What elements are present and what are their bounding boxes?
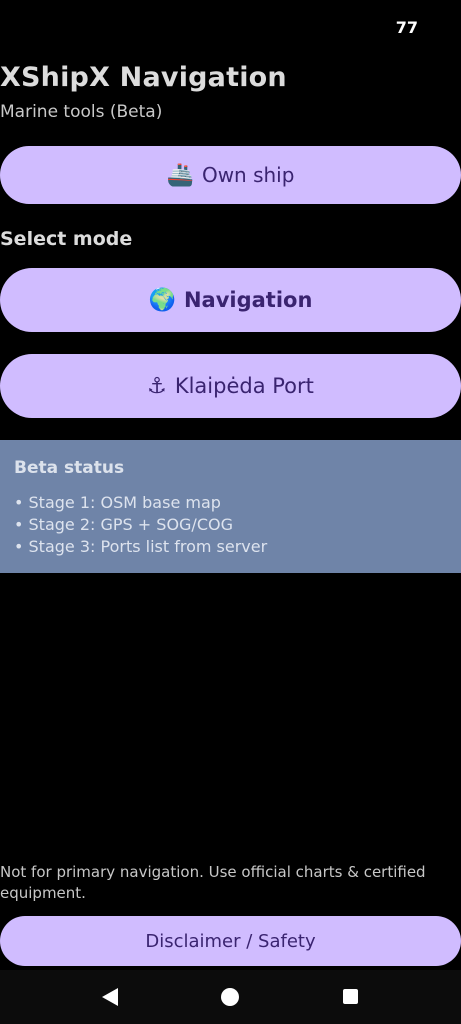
- recents-icon[interactable]: [343, 989, 358, 1004]
- beta-status-panel: Beta status • Stage 1: OSM base map • St…: [0, 440, 461, 573]
- back-icon[interactable]: [102, 988, 118, 1006]
- globe-icon: 🌍: [148, 287, 176, 313]
- status-bar-time: 77: [395, 18, 418, 37]
- anchor-icon: ⚓: [147, 373, 167, 399]
- app-subtitle: Marine tools (Beta): [0, 102, 163, 122]
- disclaimer-safety-button[interactable]: Disclaimer / Safety: [0, 916, 461, 966]
- beta-status-title: Beta status: [14, 458, 125, 478]
- select-mode-label: Select mode: [0, 228, 133, 250]
- beta-stage-item: • Stage 2: GPS + SOG/COG: [14, 515, 233, 534]
- beta-stage-item: • Stage 3: Ports list from server: [14, 537, 268, 556]
- disclaimer-safety-label: Disclaimer / Safety: [145, 930, 316, 952]
- app-title: XShipX Navigation: [0, 62, 287, 93]
- own-ship-button[interactable]: 🚢 Own ship: [0, 146, 461, 204]
- home-icon[interactable]: [221, 988, 239, 1006]
- system-navigation-bar: [0, 970, 461, 1024]
- app-screen: 77 XShipX Navigation Marine tools (Beta)…: [0, 0, 461, 1024]
- ship-icon: 🚢: [166, 162, 194, 188]
- navigation-mode-label: Navigation: [183, 288, 313, 312]
- navigation-mode-button[interactable]: 🌍 Navigation: [0, 268, 461, 332]
- port-mode-button[interactable]: ⚓ Klaipėda Port: [0, 354, 461, 418]
- port-mode-label: Klaipėda Port: [174, 374, 314, 398]
- disclaimer-text: Not for primary navigation. Use official…: [0, 863, 426, 902]
- beta-stage-item: • Stage 1: OSM base map: [14, 493, 221, 512]
- own-ship-label: Own ship: [201, 163, 295, 187]
